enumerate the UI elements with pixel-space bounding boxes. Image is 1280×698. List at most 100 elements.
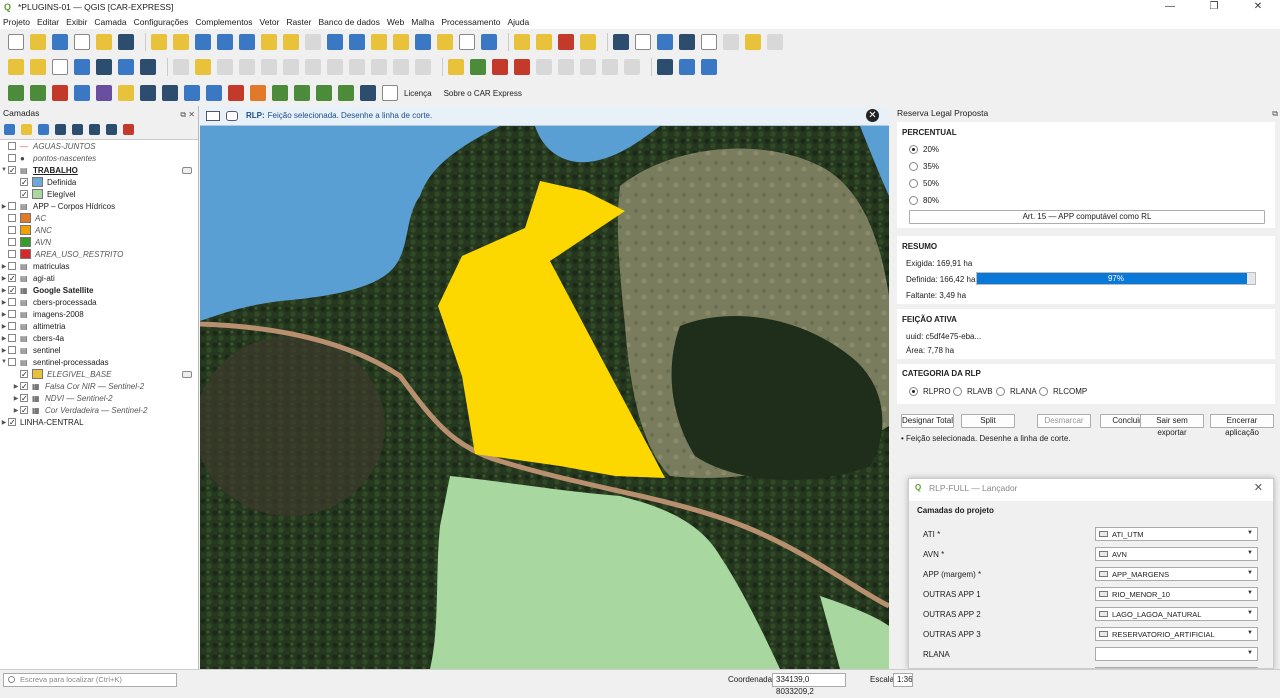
- layer-row[interactable]: ✓ Elegível: [0, 188, 198, 200]
- map-canvas[interactable]: RLP: Feição selecionada. Desenhe a linha…: [200, 106, 889, 669]
- delete-selected-icon[interactable]: [305, 59, 321, 75]
- menu-exibir[interactable]: Exibir: [66, 17, 87, 27]
- save-edits-icon[interactable]: [217, 59, 233, 75]
- toggle-editing-pencil-icon[interactable]: [195, 59, 211, 75]
- car-tool-p-icon[interactable]: [382, 85, 398, 101]
- layout-manager-icon[interactable]: [96, 33, 112, 50]
- menu-complementos[interactable]: Complementos: [195, 17, 252, 27]
- copy-features-icon[interactable]: [349, 59, 365, 75]
- layer-visibility-checkbox[interactable]: [8, 346, 16, 354]
- visibility-eye-icon[interactable]: [38, 124, 49, 135]
- layer-visibility-checkbox[interactable]: ✓: [8, 418, 16, 427]
- current-edits-icon[interactable]: [173, 59, 189, 75]
- pan-hand-icon[interactable]: [151, 33, 167, 50]
- layer-row[interactable]: AREA_USO_RESTRITO: [0, 248, 198, 260]
- zoom-in-icon[interactable]: [195, 33, 211, 50]
- label-pin-icon[interactable]: [514, 59, 530, 75]
- car-tool-g-icon[interactable]: [184, 85, 200, 101]
- radio-35[interactable]: 35%: [909, 162, 939, 171]
- paste-features-icon[interactable]: [371, 59, 387, 75]
- layer-row[interactable]: ▶ ✓ ▦ Falsa Cor NIR — Sentinel-2: [0, 380, 198, 392]
- launcher-layer-combo[interactable]: LAGO_LAGOA_NATURAL ▼: [1095, 607, 1258, 621]
- add-feature-icon[interactable]: [239, 59, 255, 75]
- encerrar-aplicacao-button[interactable]: Encerrar aplicação: [1210, 414, 1274, 437]
- launcher-layer-combo[interactable]: ▼: [1095, 647, 1258, 661]
- layer-visibility-checkbox[interactable]: ✓: [20, 382, 28, 391]
- layer-row[interactable]: ▶ ✓ LINHA-CENTRAL: [0, 416, 198, 428]
- expand-arrow-icon[interactable]: ▶: [0, 311, 8, 318]
- layer-visibility-checkbox[interactable]: ✓: [20, 190, 28, 199]
- show-bookmarks-icon[interactable]: [437, 33, 453, 50]
- label-change-icon[interactable]: [602, 59, 618, 75]
- layer-row[interactable]: AC: [0, 212, 198, 224]
- licenca-link[interactable]: Licença: [404, 89, 432, 98]
- zoom-selection-icon[interactable]: [261, 33, 277, 50]
- layer-visibility-checkbox[interactable]: ✓: [20, 370, 28, 379]
- layer-visibility-checkbox[interactable]: ✓: [20, 178, 28, 187]
- expand-arrow-icon[interactable]: ▶: [0, 347, 8, 354]
- expand-arrow-icon[interactable]: ▶: [0, 275, 8, 282]
- plugin-globe-icon[interactable]: [657, 59, 673, 75]
- layer-visibility-checkbox[interactable]: [8, 298, 16, 306]
- layer-row[interactable]: ✓ ELEGIVEL_BASE: [0, 368, 198, 380]
- layer-row[interactable]: ▶ ▤ altimetria: [0, 320, 198, 332]
- message-close-icon[interactable]: ✕: [866, 109, 879, 122]
- radio-rlcomp[interactable]: RLCOMP: [1039, 387, 1087, 396]
- refresh-icon[interactable]: [481, 33, 497, 50]
- undo-icon[interactable]: [393, 59, 409, 75]
- locator-icon[interactable]: [767, 33, 783, 50]
- layer-row[interactable]: ▶ ▤ matriculas: [0, 260, 198, 272]
- layer-row[interactable]: ▶ ✓ ▦ Google Satellite: [0, 284, 198, 296]
- layer-visibility-checkbox[interactable]: ✓: [8, 166, 16, 175]
- layer-visibility-checkbox[interactable]: [8, 322, 16, 330]
- layer-visibility-checkbox[interactable]: ✓: [20, 406, 28, 415]
- print-layout-icon[interactable]: [74, 33, 90, 50]
- new-project-icon[interactable]: [8, 33, 24, 50]
- identify-icon[interactable]: [613, 33, 629, 50]
- add-group-icon[interactable]: [21, 124, 32, 135]
- split-button[interactable]: Split: [961, 414, 1015, 428]
- new-geopackage-icon[interactable]: [74, 59, 90, 75]
- add-wms-icon[interactable]: [118, 59, 134, 75]
- redo-icon[interactable]: [415, 59, 431, 75]
- save-project-icon[interactable]: [52, 33, 68, 50]
- label-move-icon[interactable]: [558, 59, 574, 75]
- layer-visibility-checkbox[interactable]: [8, 358, 16, 366]
- select-location-icon[interactable]: [580, 33, 596, 50]
- radio-rlpro[interactable]: RLPRO: [909, 387, 951, 396]
- menu-processamento[interactable]: Processamento: [441, 17, 500, 27]
- field-calculator-icon[interactable]: [701, 33, 717, 50]
- statistics-sigma-icon[interactable]: [679, 33, 695, 50]
- layer-row[interactable]: ▶ ▤ sentinel: [0, 344, 198, 356]
- help-icon[interactable]: [701, 59, 717, 75]
- layer-visibility-checkbox[interactable]: [8, 202, 16, 210]
- radio-rlavb[interactable]: RLAVB: [953, 387, 993, 396]
- layer-visibility-checkbox[interactable]: [8, 238, 16, 246]
- label-properties-icon[interactable]: [624, 59, 640, 75]
- select-by-value-icon[interactable]: [536, 33, 552, 50]
- measure-ruler-icon[interactable]: [723, 33, 739, 50]
- cut-features-icon[interactable]: [327, 59, 343, 75]
- layer-visibility-checkbox[interactable]: ✓: [8, 286, 16, 295]
- zoom-layer-icon[interactable]: [283, 33, 299, 50]
- launcher-layer-combo[interactable]: AVN ▼: [1095, 547, 1258, 561]
- expand-arrow-icon[interactable]: ▶: [0, 335, 8, 342]
- expand-arrow-icon[interactable]: ▶: [12, 395, 20, 402]
- car-tool-f-icon[interactable]: [162, 85, 178, 101]
- menu-malha[interactable]: Malha: [411, 17, 434, 27]
- car-layers-icon[interactable]: [30, 85, 46, 101]
- add-vector-layer-icon[interactable]: [8, 59, 24, 75]
- expand-arrow-icon[interactable]: ▶: [0, 203, 8, 210]
- car-tool-o-icon[interactable]: [360, 85, 376, 101]
- layer-row[interactable]: ▶ ✓ ▦ NDVI — Sentinel-2: [0, 392, 198, 404]
- filter-icon[interactable]: [55, 124, 66, 135]
- expand-arrow-icon[interactable]: ▼: [0, 167, 8, 173]
- radio-50[interactable]: 50%: [909, 179, 939, 188]
- layer-row[interactable]: ▶ ▤ APP – Corpos Hídricos: [0, 200, 198, 212]
- layer-row[interactable]: ▶ ▤ cbers-processada: [0, 296, 198, 308]
- layer-row[interactable]: — AGUAS-JUNTOS: [0, 140, 198, 152]
- layer-row[interactable]: AVN: [0, 236, 198, 248]
- car-tool-h-icon[interactable]: [206, 85, 222, 101]
- launcher-layer-combo[interactable]: ATI_UTM ▼: [1095, 527, 1258, 541]
- expand-arrow-icon[interactable]: ▶: [0, 323, 8, 330]
